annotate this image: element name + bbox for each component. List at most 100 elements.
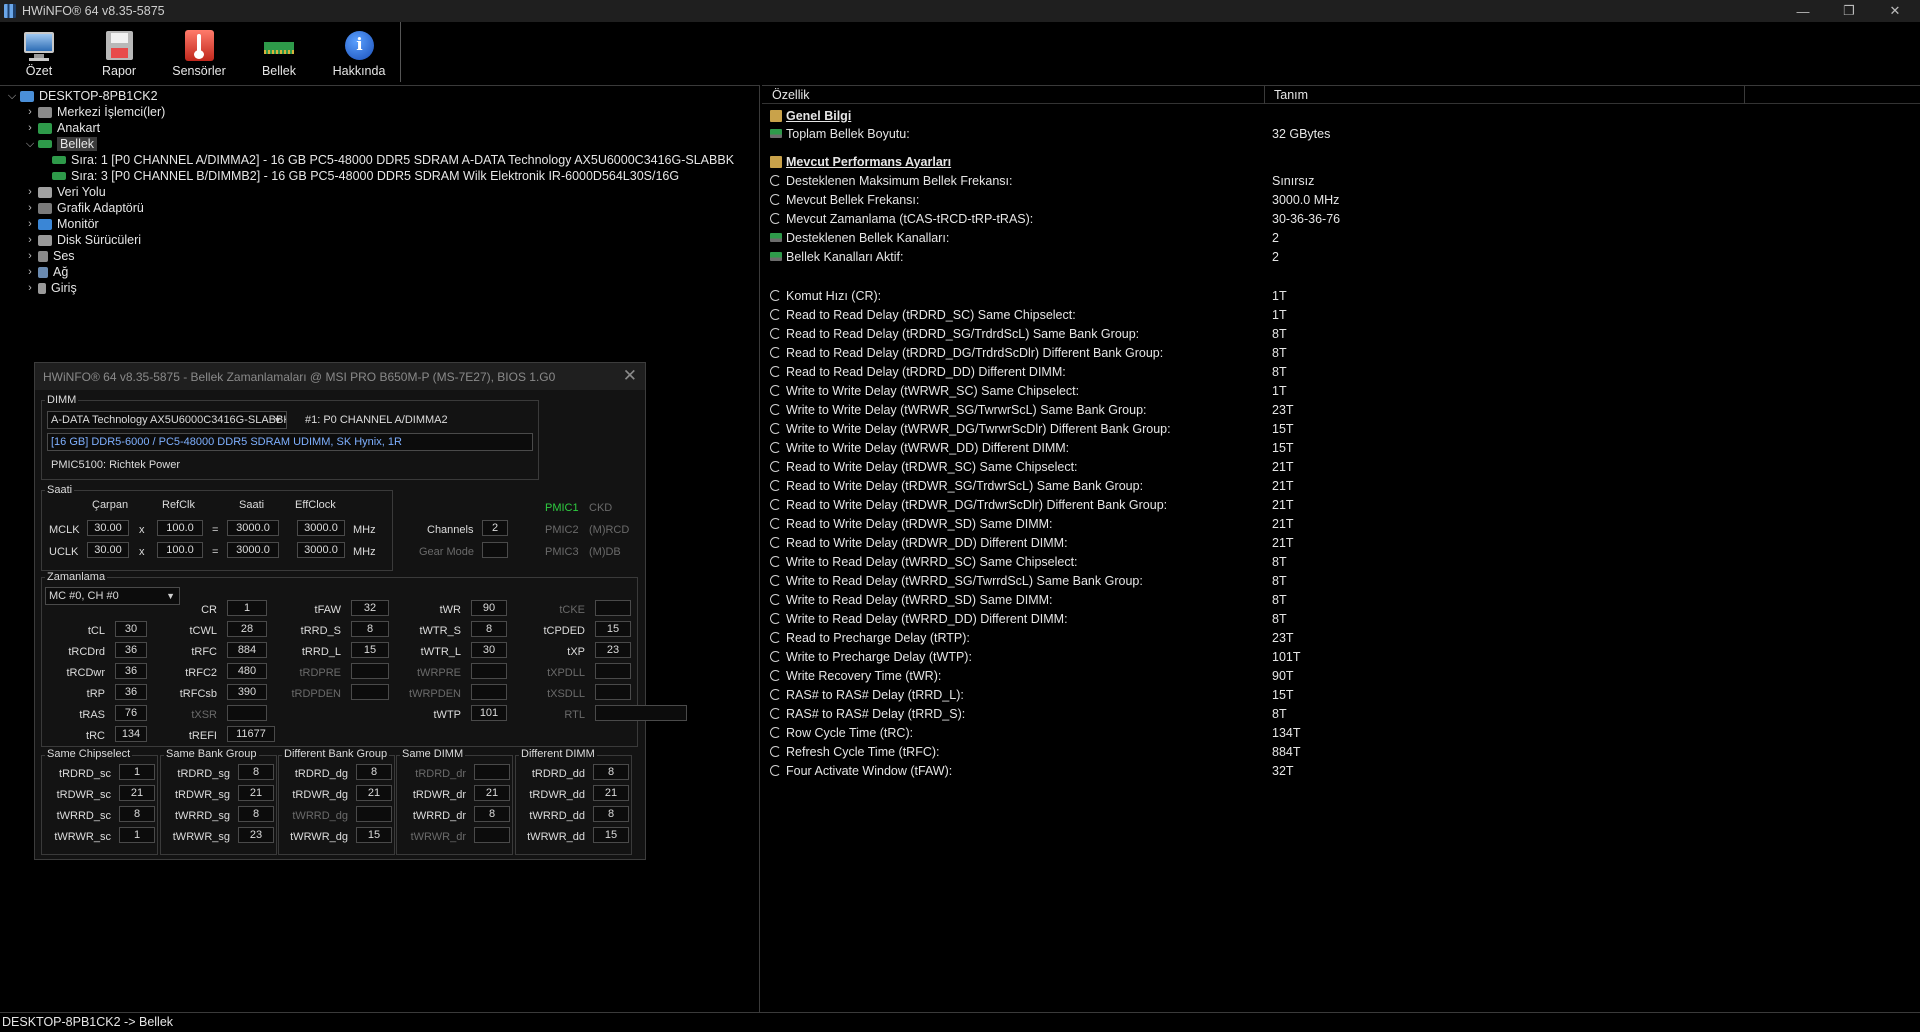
column-feature[interactable]: Özellik bbox=[772, 88, 810, 102]
subtiming-label: tRDWR_dd bbox=[529, 789, 585, 801]
chevron-down-icon[interactable]: ⌵ bbox=[6, 90, 18, 103]
tree-item-input[interactable]: › Giriş bbox=[24, 280, 77, 296]
tree-item-monitor[interactable]: › Monitör bbox=[24, 216, 99, 232]
property-row[interactable]: Read to Read Delay (tRDRD_SG/TrdrdScL) S… bbox=[762, 324, 1920, 343]
tree-item-bus[interactable]: › Veri Yolu bbox=[24, 184, 106, 200]
about-button[interactable]: i Hakkında bbox=[320, 30, 398, 84]
tree-item-network[interactable]: › Ağ bbox=[24, 264, 68, 280]
property-row[interactable]: Bellek Kanalları Aktif: 2 bbox=[762, 247, 1920, 266]
property-row[interactable]: Mevcut Performans Ayarları bbox=[762, 152, 1920, 171]
memory-button[interactable]: Bellek bbox=[240, 30, 318, 84]
tree-item-motherboard[interactable]: › Anakart bbox=[24, 120, 100, 136]
property-value: 21T bbox=[1272, 459, 1294, 474]
timing-label: tRCDrd bbox=[68, 646, 105, 658]
chevron-right-icon[interactable]: › bbox=[24, 186, 36, 198]
toolbar-label: Hakkında bbox=[332, 64, 386, 78]
property-row[interactable]: Write to Read Delay (tWRRD_SG/TwrrdScL) … bbox=[762, 571, 1920, 590]
property-row[interactable]: Write to Read Delay (tWRRD_SC) Same Chip… bbox=[762, 552, 1920, 571]
channels-value: 2 bbox=[482, 520, 508, 536]
property-row[interactable]: Write to Write Delay (tWRWR_DG/TwrwrScDl… bbox=[762, 419, 1920, 438]
subtiming-value: 8 bbox=[238, 764, 274, 780]
property-row[interactable]: Write to Read Delay (tWRRD_DD) Different… bbox=[762, 609, 1920, 628]
tree-item-memory-slot-1[interactable]: Sıra: 1 [P0 CHANNEL A/DIMMA2] - 16 GB PC… bbox=[50, 152, 734, 168]
tree-root[interactable]: ⌵ DESKTOP-8PB1CK2 bbox=[6, 88, 158, 104]
property-row[interactable]: Read to Write Delay (tRDWR_DD) Different… bbox=[762, 533, 1920, 552]
property-row[interactable]: Write to Precharge Delay (tWTP): 101T bbox=[762, 647, 1920, 666]
property-row[interactable]: Read to Read Delay (tRDRD_DD) Different … bbox=[762, 362, 1920, 381]
property-row[interactable]: Komut Hızı (CR): 1T bbox=[762, 286, 1920, 305]
tree-item-memory[interactable]: ⌵ Bellek bbox=[24, 136, 98, 152]
tree-item-audio[interactable]: › Ses bbox=[24, 248, 74, 264]
dimm-module-select[interactable]: A-DATA Technology AX5U6000C3416G-SLABBK ▼ bbox=[47, 411, 287, 429]
property-row[interactable]: Genel Bilgi bbox=[762, 106, 1920, 125]
property-row[interactable]: Read to Write Delay (tRDWR_DG/TrdwrScDlr… bbox=[762, 495, 1920, 514]
timing-value: 28 bbox=[227, 621, 267, 637]
property-value: 884T bbox=[1272, 744, 1301, 759]
column-value[interactable]: Tanım bbox=[1274, 88, 1308, 102]
maximize-button[interactable]: ❐ bbox=[1826, 0, 1872, 22]
property-row[interactable]: Mevcut Zamanlama (tCAS-tRCD-tRP-tRAS): 30… bbox=[762, 209, 1920, 228]
memory-controller-select[interactable]: MC #0, CH #0 ▼ bbox=[45, 587, 180, 605]
property-name: Read to Write Delay (tRDWR_SD) Same DIMM… bbox=[786, 516, 1053, 531]
property-row[interactable]: Refresh Cycle Time (tRFC): 884T bbox=[762, 742, 1920, 761]
property-row[interactable]: RAS# to RAS# Delay (tRRD_S): 8T bbox=[762, 704, 1920, 723]
chevron-right-icon[interactable]: › bbox=[24, 106, 36, 118]
property-name: Read to Write Delay (tRDWR_DD) Different… bbox=[786, 535, 1068, 550]
column-divider[interactable] bbox=[1264, 86, 1265, 104]
property-row[interactable]: Mevcut Bellek Frekansı: 3000.0 MHz bbox=[762, 190, 1920, 209]
property-row[interactable]: Read to Write Delay (tRDWR_SG/TrdwrScL) … bbox=[762, 476, 1920, 495]
property-name: Write to Read Delay (tWRRD_SG/TwrrdScL) … bbox=[786, 573, 1143, 588]
times-sign: x bbox=[139, 546, 145, 558]
summary-button[interactable]: Özet bbox=[0, 30, 78, 84]
timing-value bbox=[227, 705, 267, 721]
property-row[interactable]: Row Cycle Time (tRC): 134T bbox=[762, 723, 1920, 742]
property-row[interactable]: Write Recovery Time (tWR): 90T bbox=[762, 666, 1920, 685]
property-row[interactable]: Toplam Bellek Boyutu: 32 GBytes bbox=[762, 124, 1920, 143]
chevron-right-icon[interactable]: › bbox=[24, 202, 36, 214]
mclk-unit: MHz bbox=[353, 524, 376, 536]
property-value: 8T bbox=[1272, 611, 1287, 626]
subtiming-value: 8 bbox=[593, 764, 629, 780]
mclk-effclock: 3000.0 bbox=[297, 520, 345, 536]
chevron-right-icon[interactable]: › bbox=[24, 234, 36, 246]
property-name: Bellek Kanalları Aktif: bbox=[786, 249, 904, 264]
tree-item-cpu[interactable]: › Merkezi İşlemci(ler) bbox=[24, 104, 165, 120]
column-divider[interactable] bbox=[1744, 86, 1745, 104]
clock-icon bbox=[770, 404, 781, 415]
property-row[interactable]: Read to Precharge Delay (tRTP): 23T bbox=[762, 628, 1920, 647]
bus-icon bbox=[38, 186, 52, 198]
property-row[interactable]: Read to Write Delay (tRDWR_SC) Same Chip… bbox=[762, 457, 1920, 476]
property-row[interactable]: Desteklenen Maksimum Bellek Frekansı: Sın… bbox=[762, 171, 1920, 190]
property-row[interactable]: Read to Write Delay (tRDWR_SD) Same DIMM… bbox=[762, 514, 1920, 533]
property-row[interactable]: RAS# to RAS# Delay (tRRD_L): 15T bbox=[762, 685, 1920, 704]
sensors-button[interactable]: Sensörler bbox=[160, 30, 238, 84]
chevron-right-icon[interactable]: › bbox=[24, 282, 36, 294]
chevron-down-icon[interactable]: ⌵ bbox=[24, 138, 36, 151]
chevron-right-icon[interactable]: › bbox=[24, 250, 36, 262]
clock-icon bbox=[770, 651, 781, 662]
dialog-title-bar[interactable]: HWiNFO® 64 v8.35-5875 - Bellek Zamanlama… bbox=[35, 363, 645, 390]
close-button[interactable]: ✕ bbox=[1872, 0, 1918, 22]
timing-value: 32 bbox=[351, 600, 389, 616]
property-row[interactable]: Four Activate Window (tFAW): 32T bbox=[762, 761, 1920, 780]
dialog-close-button[interactable]: ✕ bbox=[623, 366, 637, 386]
property-row[interactable]: Read to Read Delay (tRDRD_DG/TrdrdScDlr)… bbox=[762, 343, 1920, 362]
timing-value: 15 bbox=[351, 642, 389, 658]
property-row[interactable]: Write to Write Delay (tWRWR_DD) Differen… bbox=[762, 438, 1920, 457]
timing-label: tXSR bbox=[191, 709, 217, 721]
tree-item-memory-slot-3[interactable]: Sıra: 3 [P0 CHANNEL B/DIMMB2] - 16 GB PC… bbox=[50, 168, 679, 184]
tree-item-graphics[interactable]: › Grafik Adaptörü bbox=[24, 200, 144, 216]
report-button[interactable]: Rapor bbox=[80, 30, 158, 84]
minimize-button[interactable]: — bbox=[1780, 0, 1826, 22]
dimm-pmic: PMIC5100: Richtek Power bbox=[51, 459, 180, 471]
chevron-right-icon[interactable]: › bbox=[24, 122, 36, 134]
property-row[interactable]: Write to Write Delay (tWRWR_SG/TwrwrScL)… bbox=[762, 400, 1920, 419]
property-row[interactable]: Write to Write Delay (tWRWR_SC) Same Chi… bbox=[762, 381, 1920, 400]
tree-item-disks[interactable]: › Disk Sürücüleri bbox=[24, 232, 141, 248]
chevron-right-icon[interactable]: › bbox=[24, 218, 36, 230]
property-row[interactable]: Write to Read Delay (tWRRD_SD) Same DIMM… bbox=[762, 590, 1920, 609]
chevron-right-icon[interactable]: › bbox=[24, 266, 36, 278]
property-row[interactable]: Desteklenen Bellek Kanalları: 2 bbox=[762, 228, 1920, 247]
timing-value bbox=[471, 684, 507, 700]
property-row[interactable]: Read to Read Delay (tRDRD_SC) Same Chips… bbox=[762, 305, 1920, 324]
